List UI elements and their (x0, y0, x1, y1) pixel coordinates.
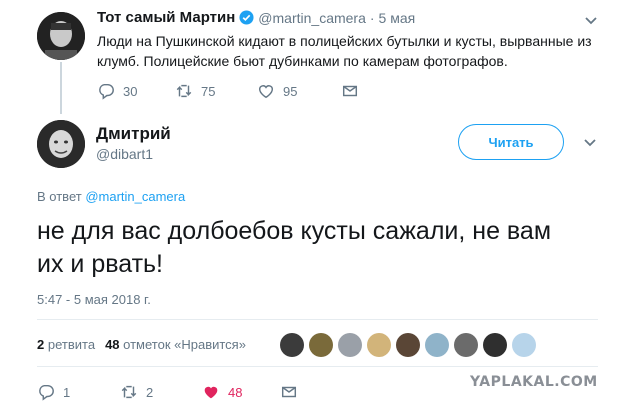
retweet-button[interactable]: 2 (120, 383, 202, 401)
parent-display-name[interactable]: Тот самый Мартин (97, 9, 235, 26)
reply-count: 1 (63, 384, 71, 400)
tweet-timestamp[interactable]: 5:47 - 5 мая 2018 г. (37, 292, 151, 307)
liker-avatar[interactable] (425, 333, 449, 357)
likes-stat-count: 48 (105, 337, 120, 352)
envelope-icon (281, 386, 297, 398)
tweet-text: не для вас долбоебов кусты сажали, не ва… (37, 215, 551, 281)
parent-handle[interactable]: @martin_camera (258, 10, 366, 26)
tweet-text-line: не для вас долбоебов кусты сажали, не ва… (37, 217, 552, 245)
retweets-stat-count: 2 (37, 337, 45, 352)
parent-date[interactable]: 5 мая (379, 10, 416, 26)
parent-like-button[interactable]: 95 (257, 82, 341, 100)
tweet-stats: 2 ретвита 48 отметок «Нравится» (37, 337, 246, 352)
site-watermark: YAPLAKAL.COM (470, 374, 598, 390)
retweets-stat[interactable]: 2 ретвита (37, 337, 95, 352)
heart-icon (258, 85, 274, 99)
parent-reply-count: 30 (123, 83, 138, 99)
reply-button[interactable]: 1 (37, 383, 120, 401)
liker-avatar[interactable] (280, 333, 304, 357)
retweet-icon (176, 84, 192, 98)
liker-avatars (280, 333, 540, 357)
more-chevron-icon[interactable] (582, 134, 598, 150)
verified-badge-icon (239, 10, 254, 25)
likes-stat-label: отметок «Нравится» (123, 337, 246, 352)
parent-tweet-header: Тот самый Мартин @martin_camera · 5 мая (97, 9, 415, 26)
liker-avatar[interactable] (396, 333, 420, 357)
liker-avatar[interactable] (512, 333, 536, 357)
parent-tweet-text: Люди на Пушкинской кидают в полицейских … (97, 31, 592, 71)
author-display-name[interactable]: Дмитрий (96, 124, 171, 144)
parent-retweet-button[interactable]: 75 (175, 82, 257, 100)
retweet-count: 2 (146, 384, 154, 400)
parent-text-line: клумб. Полицейские бьют дубинками по кам… (97, 53, 508, 69)
reply-to-handle-link[interactable]: @martin_camera (85, 189, 185, 204)
parent-retweet-count: 75 (201, 83, 216, 99)
message-button[interactable] (280, 383, 298, 401)
like-count: 48 (228, 384, 243, 400)
liker-avatar[interactable] (454, 333, 478, 357)
author-handle[interactable]: @dibart1 (96, 146, 153, 162)
envelope-icon (342, 85, 358, 97)
thread-connector-line (60, 62, 62, 114)
tweet-actions: 1 2 48 (37, 383, 298, 401)
parent-more-chevron-icon[interactable] (583, 12, 599, 28)
parent-actions: 30 75 95 (97, 82, 359, 100)
reply-icon (39, 384, 54, 401)
author-avatar[interactable] (37, 120, 85, 168)
liker-avatar[interactable] (338, 333, 362, 357)
parent-like-count: 95 (283, 83, 298, 99)
parent-message-button[interactable] (341, 82, 359, 100)
parent-separator: · (369, 9, 375, 26)
retweets-stat-label: ретвита (47, 337, 96, 352)
like-button[interactable]: 48 (202, 383, 280, 401)
follow-button[interactable]: Читать (458, 124, 564, 160)
liker-avatar[interactable] (483, 333, 507, 357)
parent-author-avatar[interactable] (37, 12, 85, 60)
stats-divider-bottom (37, 366, 598, 367)
reply-icon (99, 83, 114, 100)
liker-avatar[interactable] (309, 333, 333, 357)
retweet-icon (121, 385, 137, 399)
parent-text-line: Люди на Пушкинской кидают в полицейских … (97, 33, 592, 49)
tweet-text-line: их и рвать! (37, 250, 164, 278)
reply-context: В ответ @martin_camera (37, 189, 185, 204)
likes-stat[interactable]: 48 отметок «Нравится» (105, 337, 246, 352)
heart-filled-icon (204, 386, 218, 399)
reply-to-prefix: В ответ (37, 189, 82, 204)
stats-divider-top (37, 319, 598, 320)
liker-avatar[interactable] (367, 333, 391, 357)
parent-reply-button[interactable]: 30 (97, 82, 175, 100)
